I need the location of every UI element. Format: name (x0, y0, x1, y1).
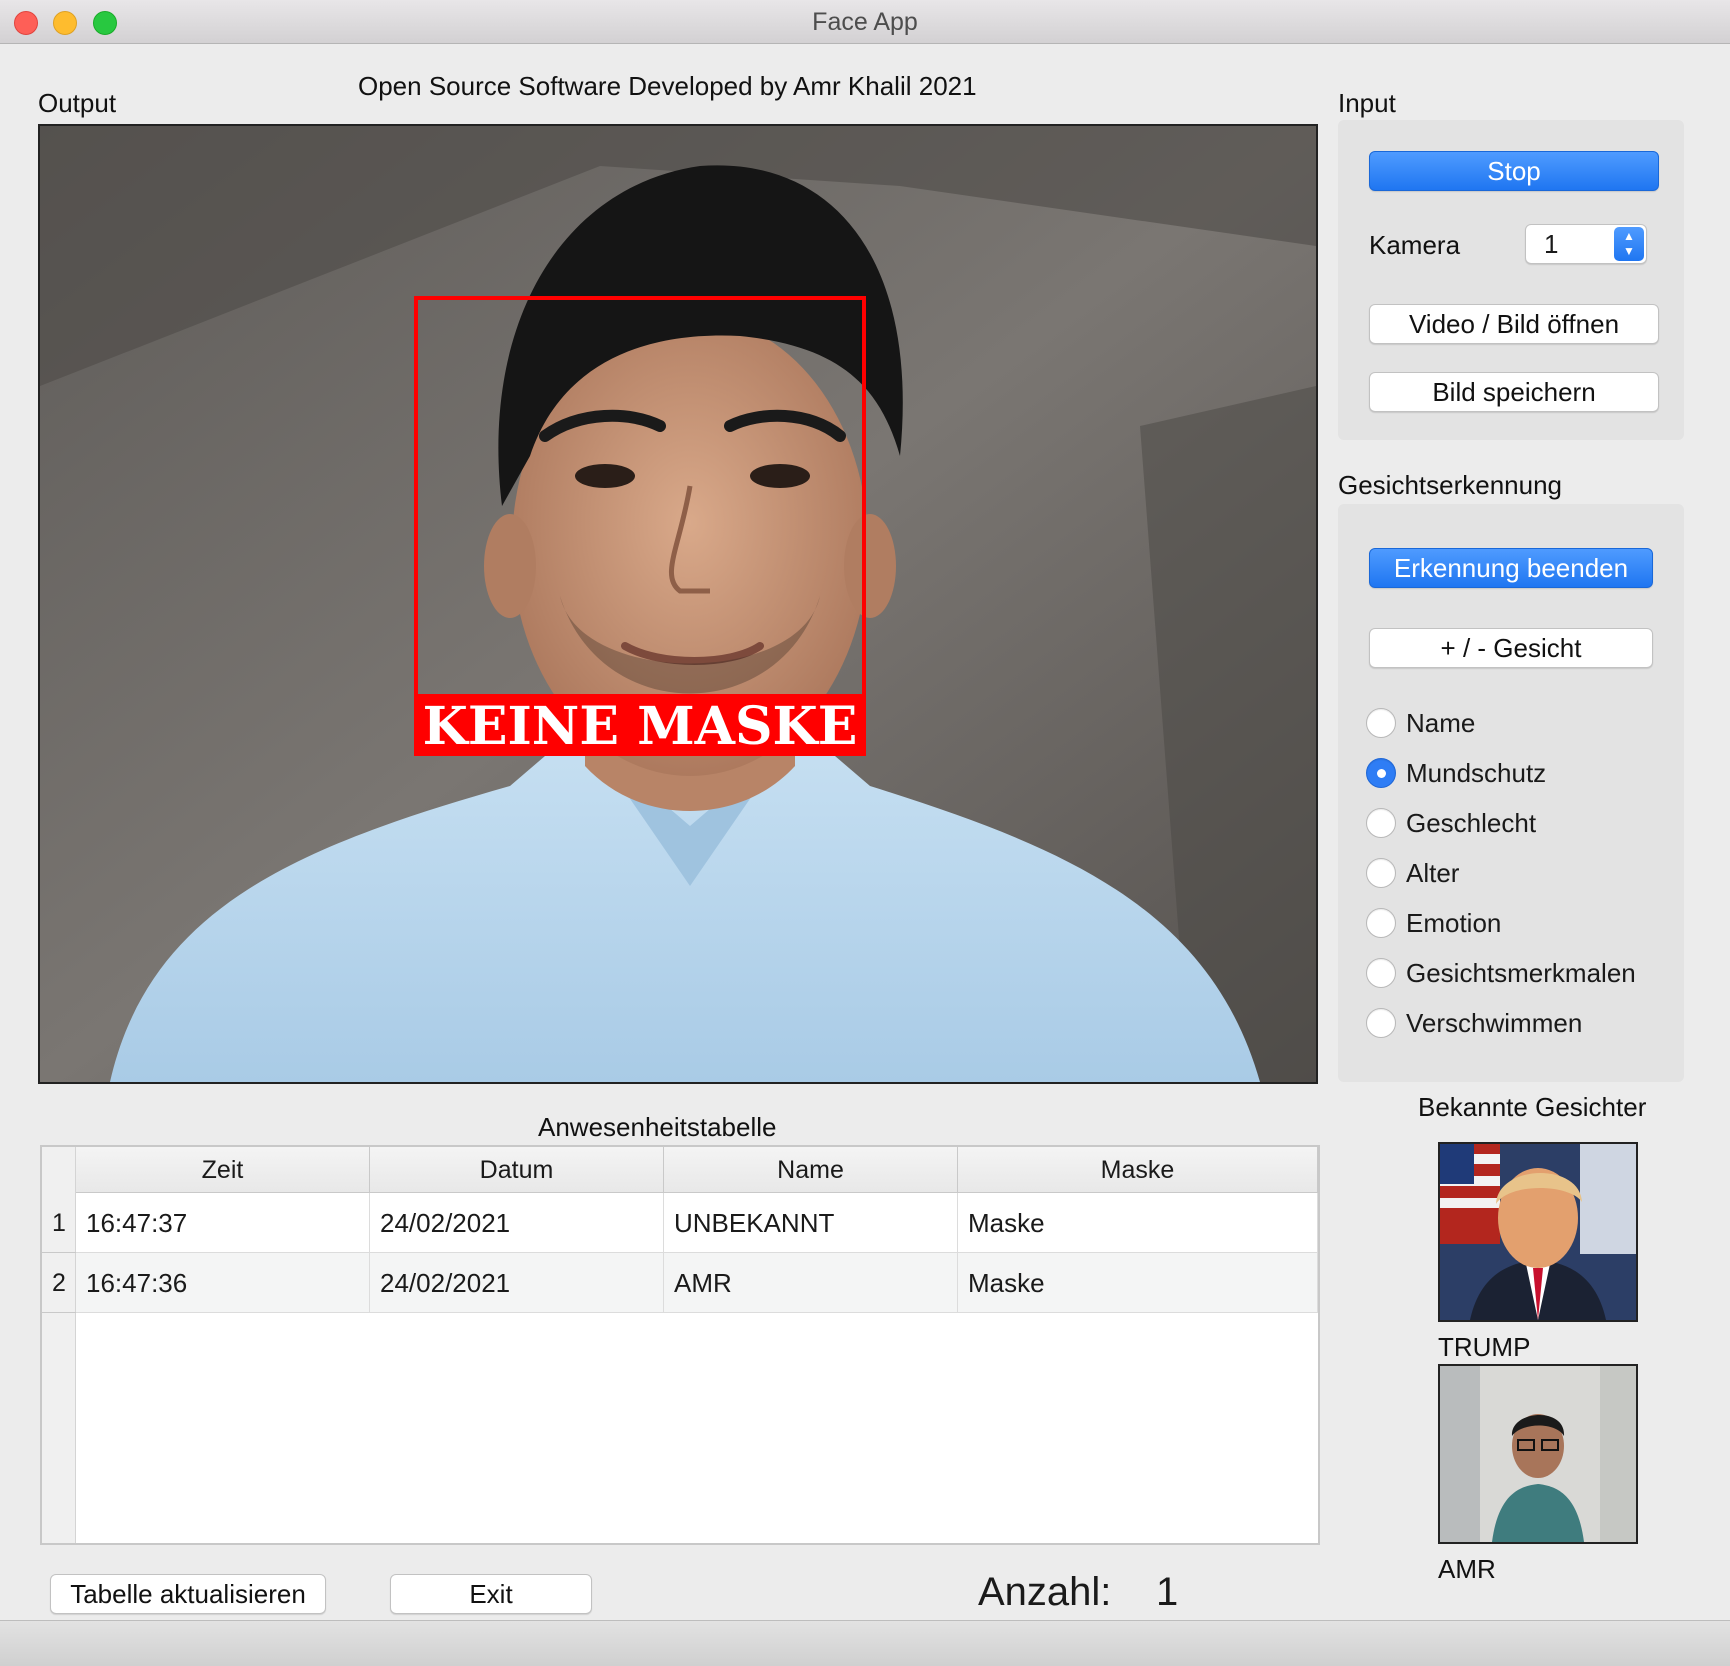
known-face-trump-label: TRUMP (1438, 1332, 1531, 1362)
recognition-panel (1338, 504, 1684, 1082)
table-cell[interactable]: UNBEKANNT (664, 1193, 958, 1253)
radio-gesichtsmerkmalen[interactable] (1366, 958, 1396, 988)
radio-label-alter: Alter (1406, 858, 1460, 888)
radio-label-gesichtsmerkmalen: Gesichtsmerkmalen (1406, 958, 1636, 988)
kamera-value: 1 (1544, 229, 1559, 259)
radio-mundschutz[interactable] (1366, 758, 1396, 788)
known-faces-label: Bekannte Gesichter (1418, 1092, 1647, 1122)
status-bar (0, 1620, 1730, 1666)
save-image-button[interactable]: Bild speichern (1369, 372, 1659, 412)
column-header-maske[interactable]: Maske (958, 1147, 1318, 1193)
column-header-datum[interactable]: Datum (370, 1147, 664, 1193)
radio-name[interactable] (1366, 708, 1396, 738)
input-label: Input (1338, 88, 1396, 118)
table-cell[interactable]: AMR (664, 1253, 958, 1313)
output-label: Output (38, 88, 117, 118)
row-number: 1 (42, 1193, 76, 1253)
camera-frame: KEINE MASKE (40, 126, 1316, 1082)
radio-geschlecht[interactable] (1366, 808, 1396, 838)
known-face-trump-image[interactable] (1438, 1142, 1638, 1322)
table-cell[interactable]: Maske (958, 1193, 1318, 1253)
known-face-amr-image[interactable] (1438, 1364, 1638, 1544)
video-output: KEINE MASKE (38, 124, 1318, 1084)
radio-label-mundschutz: Mundschutz (1406, 758, 1547, 788)
table-cell[interactable]: 24/02/2021 (370, 1253, 664, 1313)
add-remove-face-button[interactable]: + / - Gesicht (1369, 628, 1653, 668)
refresh-table-button[interactable]: Tabelle aktualisieren (50, 1574, 326, 1614)
table-cell[interactable]: 24/02/2021 (370, 1193, 664, 1253)
table-cell[interactable]: 16:47:36 (76, 1253, 370, 1313)
radio-verschwimmen[interactable] (1366, 1008, 1396, 1038)
stop-button[interactable]: Stop (1369, 151, 1659, 191)
detection-label: KEINE MASKE (423, 696, 858, 757)
radio-label-geschlecht: Geschlecht (1406, 808, 1537, 838)
radio-label-verschwimmen: Verschwimmen (1406, 1008, 1583, 1038)
credits-text: Open Source Software Developed by Amr Kh… (358, 71, 977, 101)
radio-label-emotion: Emotion (1406, 908, 1502, 938)
window-title: Face App (812, 8, 918, 36)
exit-button[interactable]: Exit (390, 1574, 592, 1614)
count-label: Anzahl: (978, 1570, 1112, 1614)
radio-alter[interactable] (1366, 858, 1396, 888)
recognition-label: Gesichtserkennung (1338, 470, 1563, 500)
kamera-spinbox[interactable]: 1 ▲ ▼ (1525, 224, 1647, 264)
stepper-arrows-icon[interactable]: ▲ ▼ (1614, 227, 1644, 261)
kamera-label: Kamera (1369, 230, 1461, 260)
open-media-button[interactable]: Video / Bild öffnen (1369, 304, 1659, 344)
count-value: 1 (1156, 1570, 1179, 1614)
known-face-amr-label: AMR (1438, 1554, 1496, 1584)
radio-emotion[interactable] (1366, 908, 1396, 938)
row-number: 2 (42, 1253, 76, 1313)
stop-recognition-button[interactable]: Erkennung beenden (1369, 548, 1653, 588)
attendance-table[interactable]: Zeit Datum Name Maske 1 16:47:37 24/02/2… (40, 1145, 1320, 1545)
table-cell[interactable]: 16:47:37 (76, 1193, 370, 1253)
column-header-zeit[interactable]: Zeit (76, 1147, 370, 1193)
table-cell[interactable]: Maske (958, 1253, 1318, 1313)
column-header-name[interactable]: Name (664, 1147, 958, 1193)
radio-label-name: Name (1406, 708, 1476, 738)
table-title: Anwesenheitstabelle (538, 1112, 777, 1142)
